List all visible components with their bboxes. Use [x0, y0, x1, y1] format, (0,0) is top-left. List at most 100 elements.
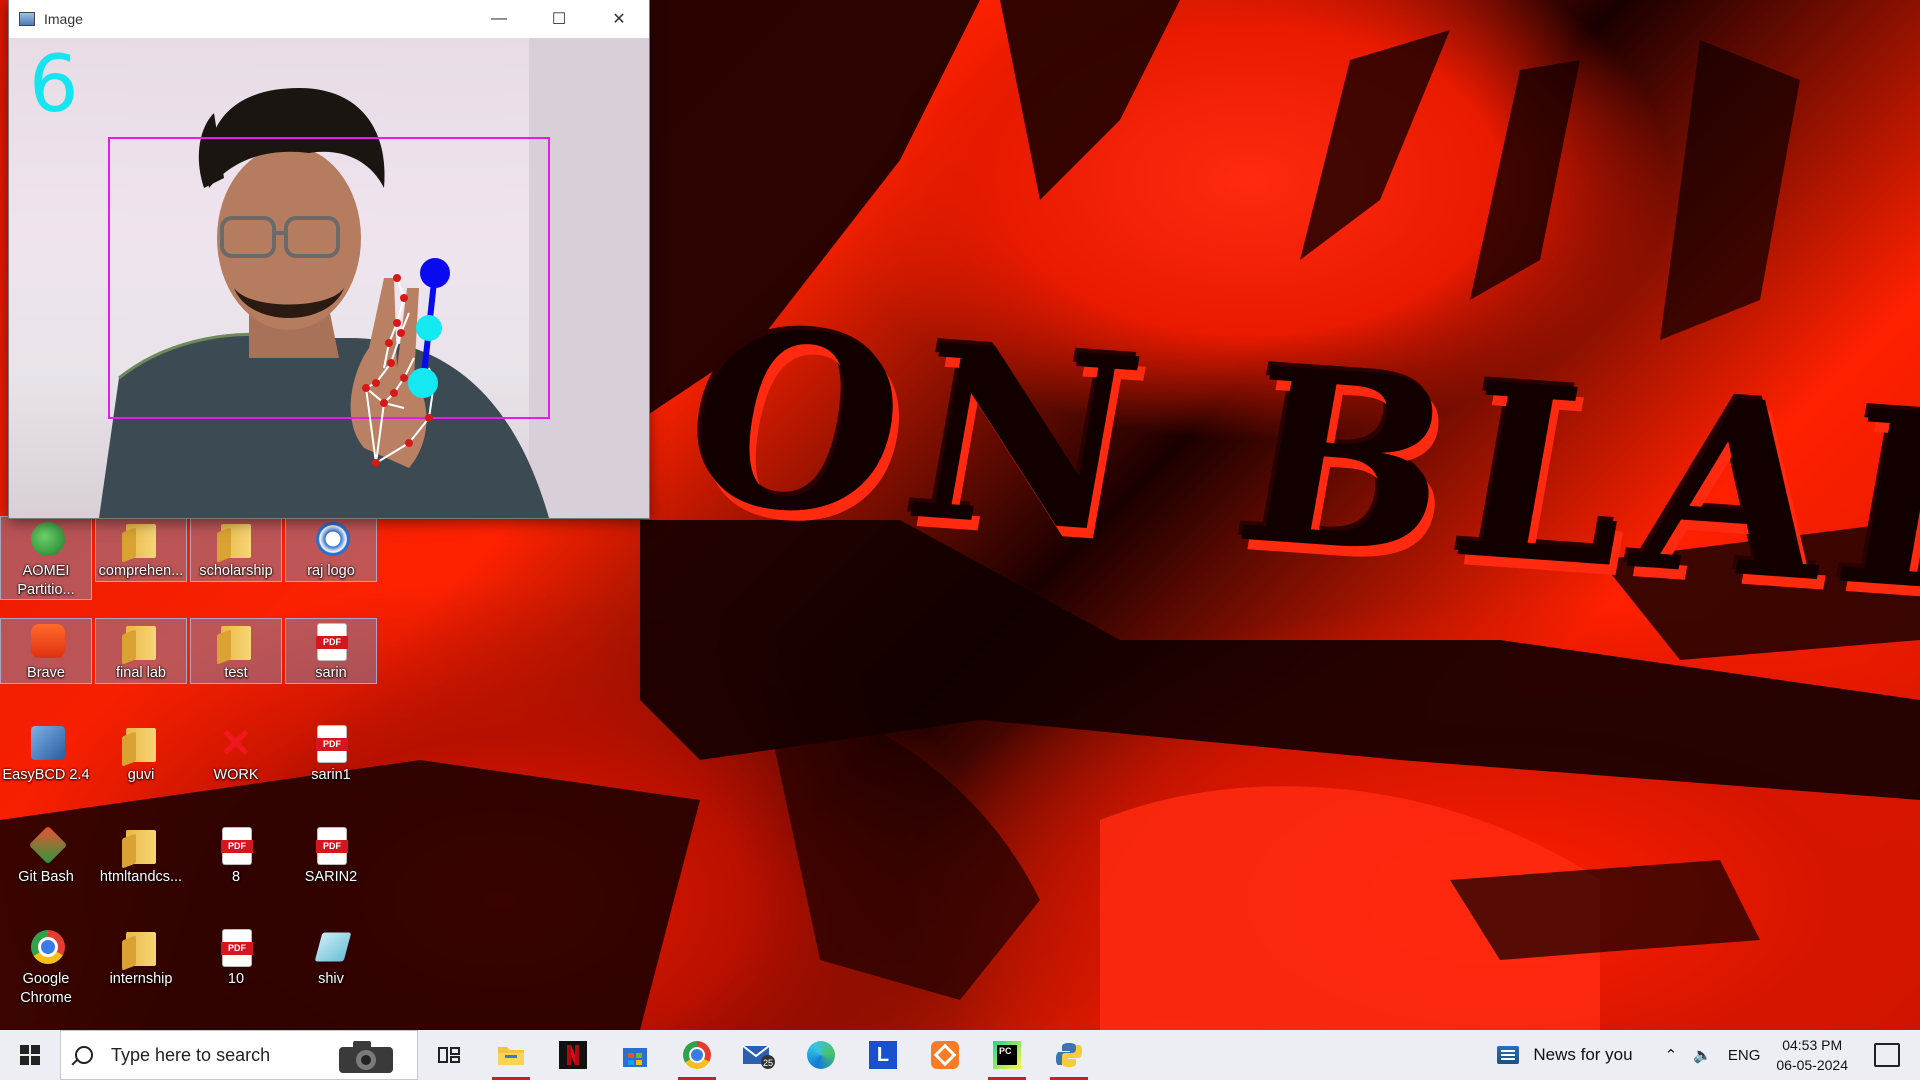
shortcut-icon: [314, 932, 352, 962]
taskbar-edge[interactable]: [790, 1030, 852, 1080]
maximize-button[interactable]: ☐: [529, 0, 589, 38]
desktop-icon-10[interactable]: PDF 10: [190, 924, 282, 1006]
folder-icon: [221, 524, 251, 558]
task-view-icon: [438, 1047, 460, 1063]
desktop-icon-label: sarin1: [311, 767, 351, 783]
desktop-icon-scholarship[interactable]: scholarship: [190, 516, 282, 582]
desktop-icon-htmlandcss[interactable]: htmltandcs...: [95, 822, 187, 904]
speaker-icon[interactable]: 🔈: [1693, 1046, 1712, 1064]
notification-center-icon[interactable]: [1874, 1043, 1900, 1067]
taskbar: Type here to search 25 L PC News for you…: [0, 1030, 1920, 1080]
clock[interactable]: 04:53 PM 06-05-2024: [1776, 1035, 1848, 1075]
desktop-icon-8[interactable]: PDF 8: [190, 822, 282, 904]
desktop-icon-label: Brave: [27, 665, 65, 681]
pdf-icon: PDF: [316, 624, 348, 660]
pointer-mid-dot: [416, 315, 442, 341]
desktop-icon-easybcd[interactable]: EasyBCD 2.4: [0, 720, 92, 802]
desktop-icon-label: internship: [109, 971, 173, 987]
taskbar-netflix[interactable]: [542, 1030, 604, 1080]
desktop-icon-label: sarin: [315, 665, 347, 681]
folder-icon: [126, 728, 156, 762]
desktop-icon-test[interactable]: test: [190, 618, 282, 684]
language-indicator[interactable]: ENG: [1728, 1047, 1761, 1064]
news-label: News for you: [1533, 1045, 1633, 1064]
desktop-icon-raj-logo[interactable]: raj logo: [285, 516, 377, 582]
l-app-icon: L: [869, 1041, 897, 1069]
pointer-tip-dot: [420, 258, 450, 288]
desktop-icon-comprehensive[interactable]: comprehen...: [95, 516, 187, 582]
desktop-icon-final-lab[interactable]: final lab: [95, 618, 187, 684]
folder-icon: [126, 524, 156, 558]
taskbar-xampp[interactable]: [914, 1030, 976, 1080]
task-view-button[interactable]: [418, 1030, 480, 1080]
close-button[interactable]: ✕: [589, 0, 649, 38]
folder-icon: [126, 932, 156, 966]
desktop-icon-label: shiv: [318, 971, 344, 987]
microsoft-store-icon: [623, 1048, 647, 1067]
edge-icon: [807, 1041, 835, 1069]
webcam-feed: 6: [9, 38, 649, 518]
desktop-icon-internship[interactable]: internship: [95, 924, 187, 1006]
person-shirt: [99, 334, 549, 518]
taskbar-chrome[interactable]: [666, 1030, 728, 1080]
taskbar-file-explorer[interactable]: [480, 1030, 542, 1080]
desktop-icon-sarin2[interactable]: PDF SARIN2: [285, 822, 377, 904]
desktop-icon-label: 8: [231, 869, 241, 885]
taskbar-microsoft-store[interactable]: [604, 1030, 666, 1080]
desktop-icon-git-bash[interactable]: Git Bash: [0, 822, 92, 904]
pycharm-icon: PC: [993, 1041, 1021, 1069]
desktop-icon-label: comprehen...: [98, 563, 184, 579]
news-icon: [1497, 1046, 1520, 1064]
desktop-icon-sarin[interactable]: PDF sarin: [285, 618, 377, 684]
desktop-icon-sarin1[interactable]: PDF sarin1: [285, 720, 377, 802]
mail-badge-count: 25: [763, 1058, 773, 1068]
image-window[interactable]: Image — ☐ ✕ 6: [9, 0, 649, 518]
search-highlight-camera-icon: [339, 1041, 393, 1073]
desktop-icon-shiv[interactable]: shiv: [285, 924, 377, 1006]
pointer-base-dot: [408, 368, 438, 398]
desktop-icon-label: EasyBCD 2.4: [2, 767, 90, 783]
desktop-icon-aomei[interactable]: AOMEI Partitio...: [0, 516, 92, 600]
chevron-up-icon[interactable]: ⌃: [1665, 1046, 1678, 1064]
clock-time: 04:53 PM: [1782, 1037, 1843, 1053]
desktop-icon-label: Google Chrome: [20, 971, 72, 1006]
desktop-icon-label: test: [224, 665, 248, 681]
pdf-icon: PDF: [316, 828, 348, 864]
folder-icon: [126, 830, 156, 864]
taskbar-python[interactable]: [1038, 1030, 1100, 1080]
desktop-icon-label: AOMEI Partitio...: [17, 563, 75, 598]
desktop-icon-label: SARIN2: [304, 869, 358, 885]
taskbar-search-box[interactable]: Type here to search: [60, 1030, 418, 1080]
minimize-button[interactable]: —: [469, 0, 529, 38]
start-button[interactable]: [0, 1030, 60, 1080]
pdf-icon: PDF: [316, 726, 348, 762]
desktop-icon-brave[interactable]: Brave: [0, 618, 92, 684]
git-bash-icon: [28, 825, 68, 865]
window-controls: — ☐ ✕: [469, 0, 649, 38]
chrome-icon: [31, 930, 65, 964]
netflix-icon: [559, 1041, 587, 1069]
taskbar-pycharm[interactable]: PC: [976, 1030, 1038, 1080]
taskbar-mail[interactable]: 25: [728, 1030, 790, 1080]
desktop-icon-work[interactable]: ✕ WORK: [190, 720, 282, 802]
logo-image-icon: [316, 522, 350, 556]
folder-icon: [126, 626, 156, 660]
news-widget[interactable]: News for you: [1497, 1045, 1633, 1065]
system-tray: News for you ⌃ 🔈 ENG 04:53 PM 06-05-2024: [1497, 1030, 1920, 1080]
pdf-icon: PDF: [221, 930, 253, 966]
desktop-icon-label: raj logo: [307, 563, 355, 579]
desktop-icon-label: final lab: [116, 665, 166, 681]
window-app-icon: [19, 12, 35, 26]
folder-icon: [221, 626, 251, 660]
windows-logo-icon: [20, 1045, 40, 1065]
taskbar-l-app[interactable]: L: [852, 1030, 914, 1080]
python-icon: [1056, 1043, 1082, 1067]
desktop-icon-label: Git Bash: [18, 869, 74, 885]
desktop-icon-google-chrome[interactable]: Google Chrome: [0, 924, 92, 1024]
x-icon: ✕: [219, 722, 253, 766]
desktop-icon-guvi[interactable]: guvi: [95, 720, 187, 802]
brave-icon: [31, 624, 65, 658]
pdf-icon: PDF: [221, 828, 253, 864]
window-titlebar[interactable]: Image — ☐ ✕: [9, 0, 649, 38]
finger-count-label: 6: [29, 40, 79, 130]
